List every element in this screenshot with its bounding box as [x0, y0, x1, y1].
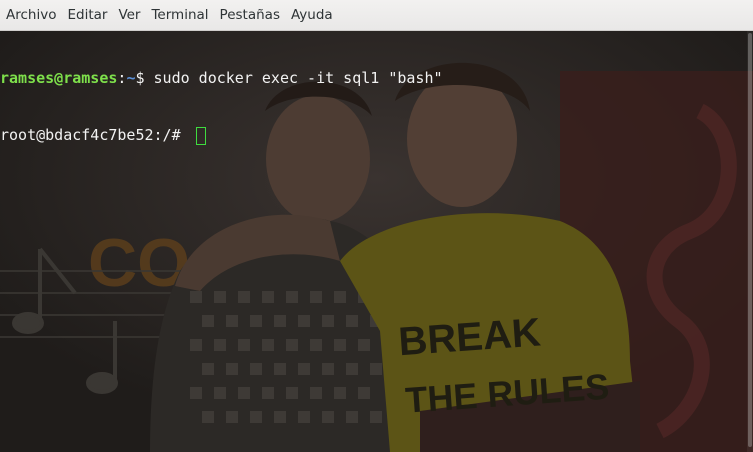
menu-editar[interactable]: Editar: [62, 0, 112, 31]
prompt-user-host: ramses@ramses: [0, 69, 118, 87]
prompt-separator: :: [117, 69, 127, 87]
root-prompt: root@bdacf4c7be52:/#: [0, 126, 190, 144]
terminal-line-2: root@bdacf4c7be52:/#: [0, 126, 740, 145]
prompt-path: ~: [126, 69, 136, 87]
prompt-symbol: $: [135, 69, 154, 87]
terminal-line-1: ramses@ramses: ~ $ sudo docker exec -it sq…: [0, 69, 740, 88]
menu-bar: Archivo Editar Ver Terminal Pestañas Ayu…: [0, 0, 753, 31]
menu-terminal[interactable]: Terminal: [146, 0, 213, 31]
terminal-window: Archivo Editar Ver Terminal Pestañas Ayu…: [0, 0, 753, 452]
menu-ver[interactable]: Ver: [113, 0, 145, 31]
command-text: sudo docker exec -it sql1 "bash": [153, 69, 443, 87]
scrollbar[interactable]: [747, 31, 753, 452]
terminal-output: ramses@ramses: ~ $ sudo docker exec -it sq…: [0, 31, 740, 183]
text-cursor[interactable]: [195, 126, 206, 145]
menu-ayuda[interactable]: Ayuda: [286, 0, 338, 31]
menu-pestanas[interactable]: Pestañas: [215, 0, 285, 31]
terminal-area[interactable]: CO BREAK THE RULES ramses@ramses: ~ $ s…: [0, 31, 753, 452]
scrollbar-thumb[interactable]: [748, 33, 752, 447]
menu-archivo[interactable]: Archivo: [1, 0, 61, 31]
